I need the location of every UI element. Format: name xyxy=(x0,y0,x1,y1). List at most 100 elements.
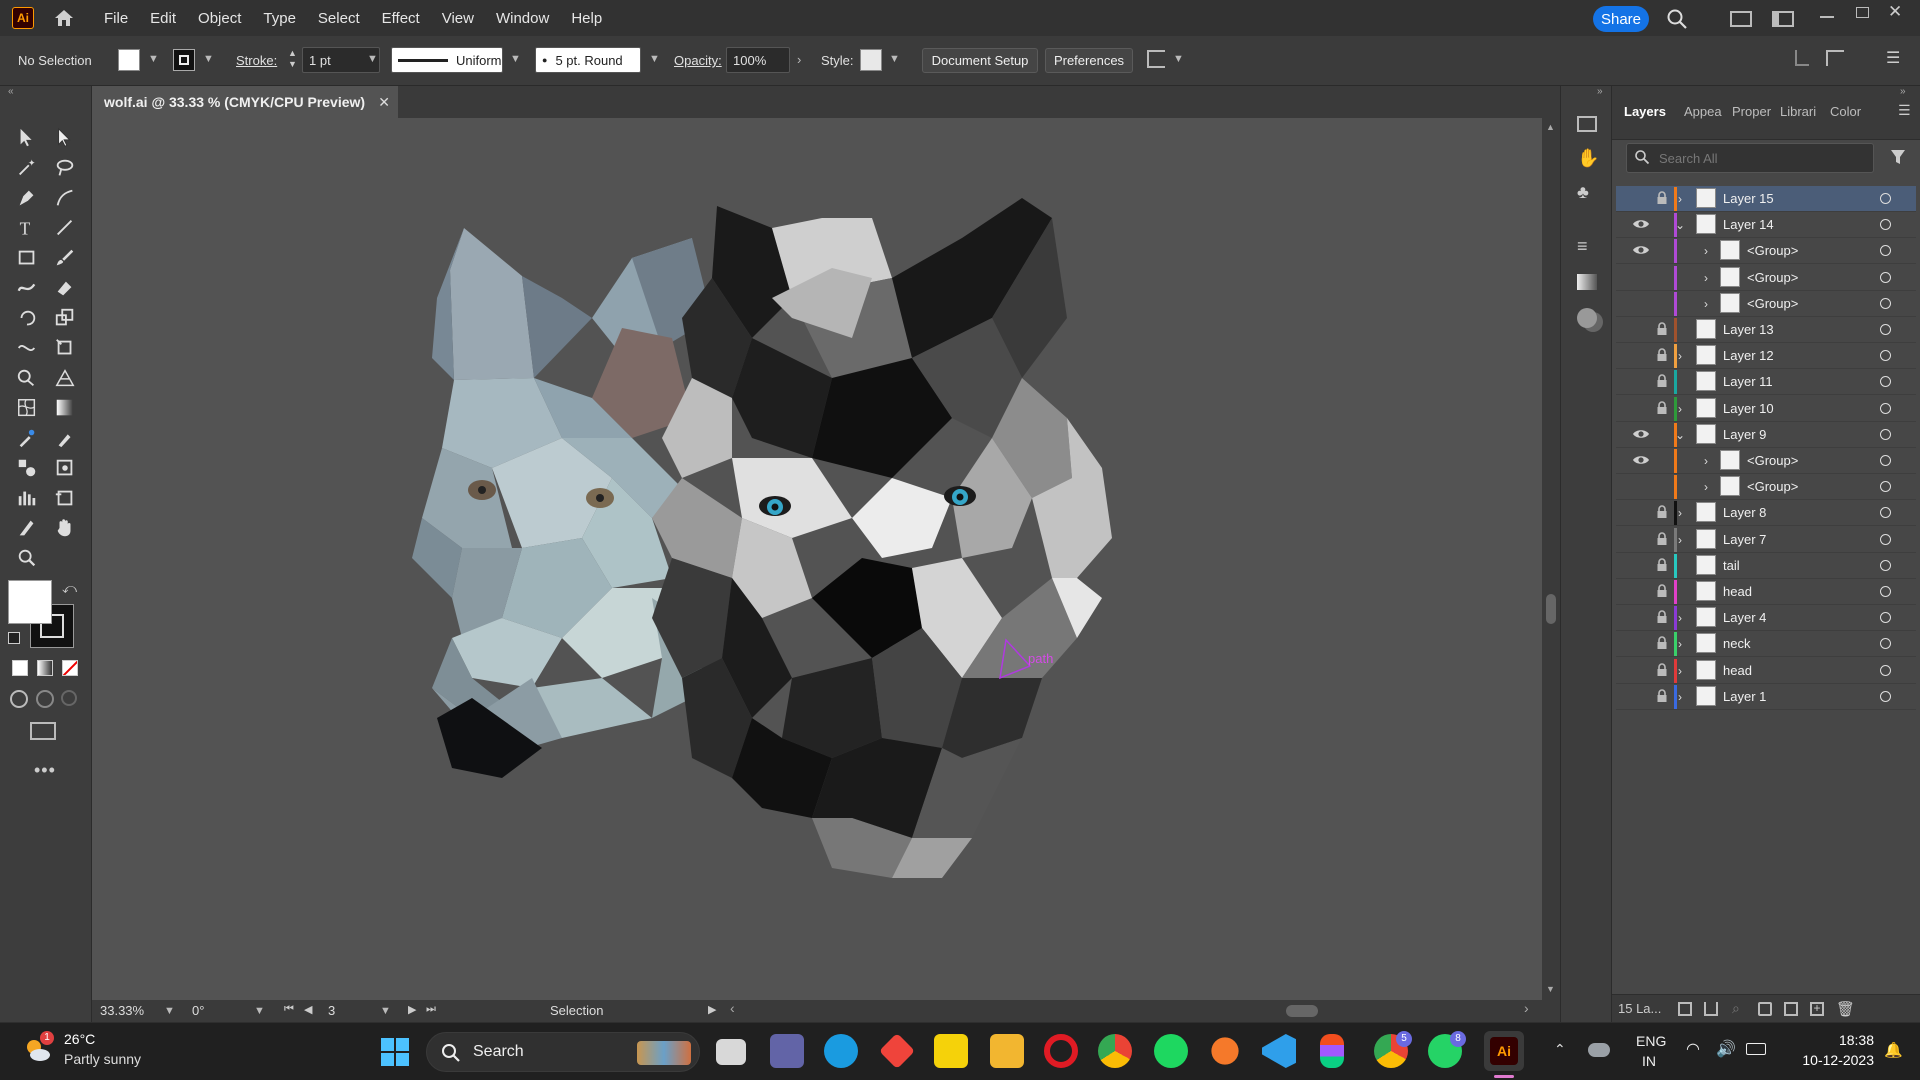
opera-icon[interactable] xyxy=(1044,1034,1078,1068)
wolf-artwork[interactable]: path xyxy=(92,118,1542,1000)
magic-wand-tool-icon[interactable]: ✦ xyxy=(12,154,42,182)
chevron-down-icon[interactable]: ⌄ xyxy=(1674,218,1686,232)
target-icon[interactable] xyxy=(1880,481,1891,493)
layer-sublayer-row[interactable]: › <Group> xyxy=(1616,474,1916,501)
chevron-down-icon[interactable]: ▼ xyxy=(649,53,660,65)
zoom-tool-icon[interactable] xyxy=(12,544,42,572)
chevron-down-icon[interactable]: ▼ xyxy=(148,53,159,65)
chevron-down-icon[interactable]: ▼ xyxy=(164,1005,175,1017)
target-icon[interactable] xyxy=(1880,350,1891,362)
visibility-toggle-icon[interactable] xyxy=(1632,270,1650,284)
slice-tool-icon[interactable] xyxy=(12,514,42,542)
stroke-label[interactable]: Stroke: xyxy=(236,53,277,68)
lock-toggle-icon[interactable] xyxy=(1656,531,1668,546)
clock-time[interactable]: 18:38 xyxy=(1794,1032,1874,1048)
opacity-field[interactable]: 100% xyxy=(726,47,790,73)
draw-behind-icon[interactable] xyxy=(36,690,54,708)
arrange-documents-icon[interactable] xyxy=(1730,11,1752,27)
target-icon[interactable] xyxy=(1880,271,1891,283)
layer-sublayer-row[interactable]: › <Group> xyxy=(1616,265,1916,291)
chevron-right-icon[interactable]: › xyxy=(1700,271,1712,285)
visibility-toggle-icon[interactable] xyxy=(1632,584,1650,598)
menu-file[interactable]: File xyxy=(104,10,128,27)
new-sublayer-icon[interactable] xyxy=(1784,1002,1798,1016)
layer-row[interactable]: ⌄ Layer 14 xyxy=(1616,212,1916,239)
delete-layer-icon[interactable]: 🗑 xyxy=(1836,1000,1855,1018)
tab-appearance[interactable]: Appea xyxy=(1684,104,1722,119)
workspace-switcher-icon[interactable] xyxy=(1772,11,1794,27)
search-icon[interactable] xyxy=(1666,8,1688,30)
target-icon[interactable] xyxy=(1880,664,1891,676)
lock-toggle-icon[interactable] xyxy=(1656,400,1668,415)
target-icon[interactable] xyxy=(1880,297,1891,309)
target-icon[interactable] xyxy=(1880,428,1891,440)
layers-search-input[interactable]: Search All xyxy=(1626,143,1874,173)
free-transform-tool-icon[interactable] xyxy=(50,334,80,362)
menu-object[interactable]: Object xyxy=(198,10,241,27)
filter-icon[interactable] xyxy=(1890,148,1906,166)
lang-top[interactable]: ENG xyxy=(1636,1033,1666,1049)
horizontal-scroll-left-icon[interactable]: ‹ xyxy=(730,1000,735,1016)
visibility-toggle-icon[interactable] xyxy=(1632,427,1650,441)
lock-toggle-icon[interactable] xyxy=(1656,374,1668,388)
chevron-right-icon[interactable]: › xyxy=(1700,244,1712,258)
lock-toggle-icon[interactable] xyxy=(1656,427,1668,441)
battery-icon[interactable] xyxy=(1746,1043,1766,1055)
visibility-toggle-icon[interactable] xyxy=(1632,479,1650,493)
lock-toggle-icon[interactable] xyxy=(1656,479,1668,493)
target-icon[interactable] xyxy=(1880,507,1891,519)
status-menu-icon[interactable]: ▶ xyxy=(708,1003,716,1016)
layer-row[interactable]: Layer 11 xyxy=(1616,369,1916,396)
lock-toggle-icon[interactable] xyxy=(1656,453,1668,467)
chevron-right-icon[interactable]: › xyxy=(1674,611,1686,625)
target-icon[interactable] xyxy=(1880,638,1891,650)
lasso-tool-icon[interactable] xyxy=(50,154,80,182)
document-tab[interactable]: wolf.ai @ 33.33 % (CMYK/CPU Preview) ✕ xyxy=(92,86,398,118)
scroll-up-icon[interactable]: ▲ xyxy=(1546,122,1555,132)
chevron-right-icon[interactable]: › xyxy=(1674,349,1686,363)
artboard-number-field[interactable]: 3 xyxy=(328,1003,335,1018)
anydesk-icon[interactable] xyxy=(878,1032,916,1070)
share-button[interactable]: Share xyxy=(1593,6,1649,32)
opacity-label[interactable]: Opacity: xyxy=(674,53,722,68)
paintbrush-tool-icon[interactable] xyxy=(50,244,80,272)
blend-tool-icon[interactable] xyxy=(12,454,42,482)
menu-help[interactable]: Help xyxy=(571,10,602,27)
visibility-toggle-icon[interactable] xyxy=(1632,453,1650,467)
more-tools-icon[interactable]: ••• xyxy=(34,760,56,781)
rotate-tool-icon[interactable] xyxy=(12,304,42,332)
minimize-button[interactable] xyxy=(1820,16,1834,18)
visibility-toggle-icon[interactable] xyxy=(1632,374,1650,388)
layer-sublayer-row[interactable]: › <Group> xyxy=(1616,291,1916,317)
target-icon[interactable] xyxy=(1880,690,1891,702)
restore-button[interactable] xyxy=(1856,7,1869,18)
lock-toggle-icon[interactable] xyxy=(1656,610,1668,624)
layer-row[interactable]: Layer 13 xyxy=(1616,317,1916,343)
lock-toggle-icon[interactable] xyxy=(1656,584,1668,598)
lock-toggle-icon[interactable] xyxy=(1656,348,1668,362)
distribute-icon[interactable] xyxy=(1826,50,1844,66)
chevron-right-icon[interactable]: › xyxy=(1700,454,1712,468)
rectangle-tool-icon[interactable] xyxy=(12,244,42,272)
expand-panel-icon[interactable]: » xyxy=(1900,86,1906,97)
horizontal-scroll-thumb[interactable] xyxy=(1286,1005,1318,1017)
visibility-toggle-icon[interactable] xyxy=(1632,532,1650,546)
perspective-grid-tool-icon[interactable] xyxy=(50,364,80,392)
layer-row[interactable]: tail xyxy=(1616,553,1916,579)
start-icon[interactable] xyxy=(380,1037,410,1067)
onedrive-icon[interactable] xyxy=(1588,1043,1610,1057)
shape-builder-tool-icon[interactable] xyxy=(12,364,42,392)
collapse-strip-icon[interactable]: » xyxy=(1597,86,1603,97)
document-setup-button[interactable]: Document Setup xyxy=(922,48,1038,73)
visibility-toggle-icon[interactable] xyxy=(1632,348,1650,362)
type-tool-icon[interactable]: T xyxy=(12,214,42,242)
chevron-down-icon[interactable]: ▼ xyxy=(254,1005,265,1017)
illustrator-taskbar-icon[interactable]: Ai xyxy=(1484,1031,1524,1071)
close-window-button[interactable]: ✕ xyxy=(1888,2,1902,22)
brush-dropdown[interactable]: ● 5 pt. Round xyxy=(535,47,641,73)
none-mode-icon[interactable] xyxy=(62,660,78,676)
draw-inside-icon[interactable] xyxy=(61,690,77,706)
collapse-panel-icon[interactable]: « xyxy=(8,86,14,97)
gradient-mode-icon[interactable] xyxy=(37,660,53,676)
figma-icon[interactable] xyxy=(1320,1034,1344,1068)
